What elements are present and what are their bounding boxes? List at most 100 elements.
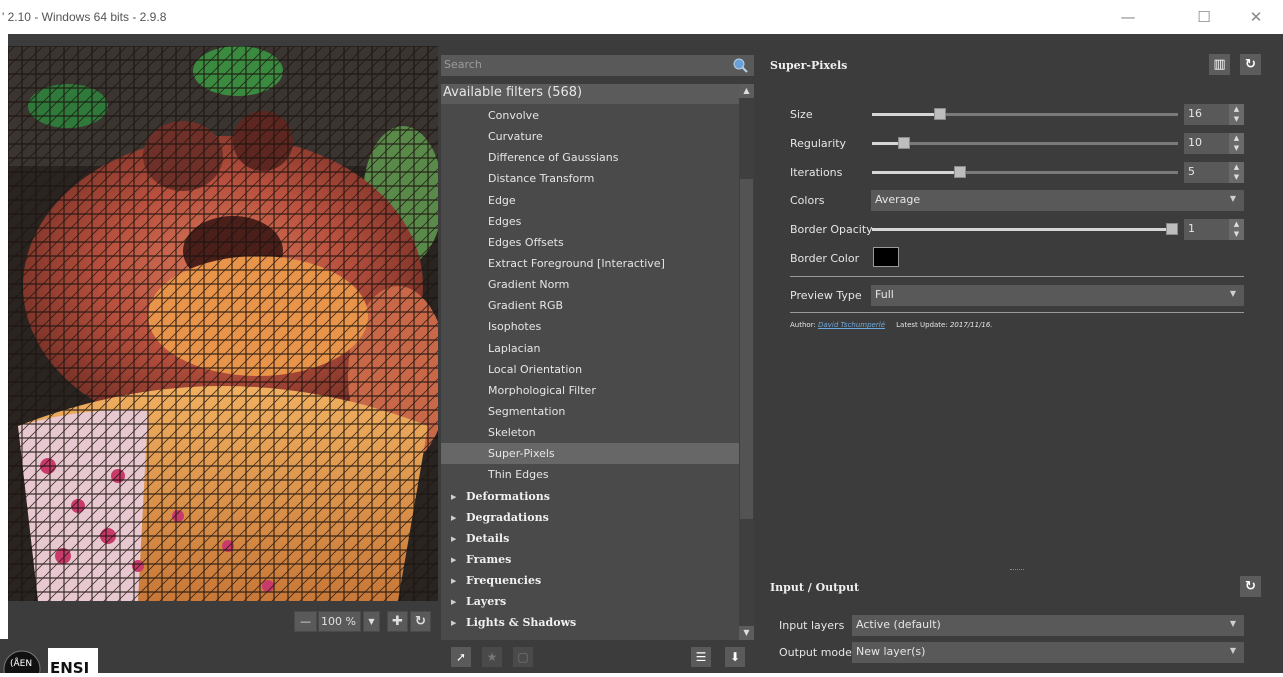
iterations-spinbox[interactable]: 5 ▲ ▼ [1184,162,1244,183]
update-date: 2017/11/16. [949,321,993,329]
filter-item[interactable]: Skeleton [441,422,739,443]
close-button[interactable]: ✕ [1233,0,1279,34]
download-icon[interactable]: ⬇ [725,647,745,667]
search-placeholder: Search [444,58,482,71]
iterations-slider-handle[interactable] [954,166,967,178]
filter-scrollbar[interactable]: ▲ ▼ [739,84,754,640]
zoom-value[interactable]: 100 % [318,611,361,632]
filter-item[interactable]: Morphological Filter [441,380,739,401]
border-color-label: Border Color [790,252,860,265]
chevron-down-icon: ▼ [1229,289,1236,298]
regularity-spinbox[interactable]: 10 ▲ ▼ [1184,133,1244,154]
category-item[interactable]: ▶ Lights & Shadows [441,612,739,633]
author-link[interactable]: David Tschumperlé [818,321,885,329]
regularity-label: Regularity [790,137,847,150]
scroll-thumb[interactable] [740,179,753,519]
output-mode-select[interactable]: New layer(s) ▼ [852,642,1244,663]
input-output-panel: Input / Output ↻ Input layers Active (de… [760,569,1275,673]
spin-arrows-icon[interactable]: ▲ ▼ [1229,133,1244,154]
border-opacity-slider[interactable] [872,223,1178,235]
iterations-slider-fill [872,171,961,174]
filter-item[interactable]: Curvature [441,126,739,147]
spin-arrows-icon[interactable]: ▲ ▼ [1229,219,1244,240]
border-opacity-value: 1 [1188,222,1195,235]
filter-item[interactable]: Segmentation [441,401,739,422]
minimize-button[interactable]: — [1105,0,1151,34]
search-icon[interactable] [732,57,748,73]
regularity-value: 10 [1188,136,1202,149]
spin-arrows-icon[interactable]: ▲ ▼ [1229,104,1244,125]
filter-item[interactable]: Gradient RGB [441,295,739,316]
border-opacity-slider-handle[interactable] [1166,223,1178,235]
filter-item-selected[interactable]: Super-Pixels [441,443,739,465]
expand-arrow-icon: ▶ [451,597,457,607]
maximize-button[interactable]: ☐ [1181,0,1227,34]
filter-title: Super-Pixels [770,59,848,72]
expand-arrow-icon: ▶ [451,512,457,522]
category-item[interactable]: ▶ Details [441,528,739,549]
chevron-down-icon: ▼ [1229,194,1236,203]
input-layers-label: Input layers [779,619,845,632]
search-input[interactable]: Search [441,55,754,76]
preview-image[interactable] [8,46,438,601]
input-layers-select[interactable]: Active (default) ▼ [852,615,1244,636]
size-slider[interactable] [872,108,1178,120]
iterations-slider[interactable] [872,166,1178,178]
filter-item[interactable]: Laplacian [441,338,739,359]
filter-item[interactable]: Convolve [441,105,739,126]
category-label: Layers [466,595,507,609]
io-title: Input / Output [770,581,860,594]
fullscreen-icon[interactable]: ▢ [513,647,533,667]
reset-params-icon[interactable]: ↻ [1240,54,1261,75]
size-slider-handle[interactable] [933,108,946,120]
filter-item[interactable]: Difference of Gaussians [441,147,739,168]
refresh-icon[interactable]: ↻ [410,611,431,632]
regularity-slider-handle[interactable] [898,137,911,149]
splitter-handle[interactable] [1010,569,1024,571]
category-item[interactable]: ▶ Frames [441,549,739,570]
zoom-in-icon[interactable]: ✚ [387,611,408,632]
favorite-icon[interactable]: ★ [482,647,502,667]
size-spinbox[interactable]: 16 ▲ ▼ [1184,104,1244,125]
iterations-value: 5 [1188,165,1195,178]
logo-text-left: (ÅEN [10,659,33,669]
input-layers-value: Active (default) [856,618,941,631]
filter-item[interactable]: Distance Transform [441,168,739,189]
zoom-toolbar: — 100 % ▼ ✚ ↻ [8,601,438,639]
colors-value: Average [875,193,921,206]
filter-item[interactable]: Edge [441,190,739,211]
minus-icon[interactable]: — [294,611,317,632]
border-opacity-slider-fill [872,228,1172,231]
category-item[interactable]: ▶ Layers [441,591,739,612]
separator [790,276,1244,277]
size-value: 16 [1188,107,1202,120]
preview-type-value: Full [875,288,894,301]
layout-icon[interactable]: ▥ [1209,54,1230,75]
scroll-up-icon[interactable]: ▲ [739,84,754,98]
chevron-down-icon: ▼ [1229,646,1236,655]
filter-item[interactable]: Local Orientation [441,359,739,380]
colors-select[interactable]: Average ▼ [871,190,1244,211]
scroll-down-icon[interactable]: ▼ [739,626,754,640]
regularity-slider[interactable] [872,137,1178,149]
spin-arrows-icon[interactable]: ▲ ▼ [1229,162,1244,183]
border-opacity-spinbox[interactable]: 1 ▲ ▼ [1184,219,1244,240]
filter-item[interactable]: Extract Foreground [Interactive] [441,253,739,274]
filter-item[interactable]: Gradient Norm [441,274,739,295]
tree-options-icon[interactable]: ☰ [691,647,711,667]
category-item[interactable]: ▶ Frequencies [441,570,739,591]
filter-tree-header[interactable]: Available filters (568) [441,84,739,104]
filter-item[interactable]: Isophotes [441,316,739,337]
filter-item[interactable]: Edges [441,211,739,232]
size-label: Size [790,108,813,121]
apply-icon[interactable]: ➚ [451,647,471,667]
category-item[interactable]: ▶ Deformations [441,486,739,507]
reset-io-icon[interactable]: ↻ [1240,576,1261,597]
category-item[interactable]: ▶ Degradations [441,507,739,528]
preview-type-select[interactable]: Full ▼ [871,285,1244,306]
filter-item[interactable]: Thin Edges [441,464,739,485]
border-color-swatch[interactable] [873,247,899,267]
zoom-dropdown-icon[interactable]: ▼ [363,611,380,632]
filter-item[interactable]: Edges Offsets [441,232,739,253]
border-opacity-label: Border Opacity [790,223,873,236]
